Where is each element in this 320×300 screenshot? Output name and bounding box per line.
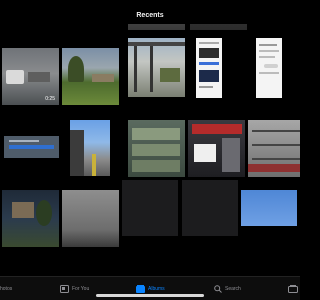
tab-share[interactable]	[288, 280, 298, 298]
video-duration: 0:25	[45, 96, 55, 102]
photo-store-racks[interactable]	[248, 120, 300, 177]
photo-backyard[interactable]	[62, 48, 119, 105]
tab-search[interactable]: Search	[214, 280, 241, 298]
photo-dark-1[interactable]	[122, 180, 178, 236]
photo-blue-card[interactable]	[4, 136, 59, 158]
photo-top-strip-1[interactable]	[128, 24, 185, 30]
tab-for-you[interactable]: For You	[60, 280, 89, 298]
search-icon	[214, 285, 222, 293]
photo-video-patio[interactable]: 0:25	[2, 48, 59, 105]
photo-screenshot-messages[interactable]	[256, 38, 282, 98]
tab-albums-label: Albums	[148, 286, 165, 292]
photo-night-house[interactable]	[2, 190, 59, 247]
photo-walkway[interactable]	[70, 120, 110, 176]
photo-stack-icon	[288, 285, 298, 293]
photo-screenshot-app[interactable]	[196, 38, 222, 98]
header: Recents	[0, 0, 300, 26]
photo-dark-2[interactable]	[182, 180, 238, 236]
photo-top-strip-2[interactable]	[190, 24, 247, 30]
photo-price-sign[interactable]	[188, 120, 245, 177]
photo-blue-sky[interactable]	[241, 190, 297, 226]
photo-grid: 0:25	[0, 24, 300, 276]
for-you-icon	[60, 285, 69, 293]
photo-porch[interactable]	[128, 38, 185, 97]
tab-for-you-label: For You	[72, 286, 90, 292]
photo-store-pallets[interactable]	[128, 120, 185, 177]
tab-photos-label: hotos	[0, 286, 13, 292]
tab-photos[interactable]: hotos	[0, 280, 12, 298]
photo-gray-sky[interactable]	[62, 190, 119, 247]
albums-icon	[136, 285, 145, 293]
page-title: Recents	[136, 12, 164, 19]
tab-search-label: Search	[225, 286, 241, 292]
home-indicator	[96, 294, 204, 297]
